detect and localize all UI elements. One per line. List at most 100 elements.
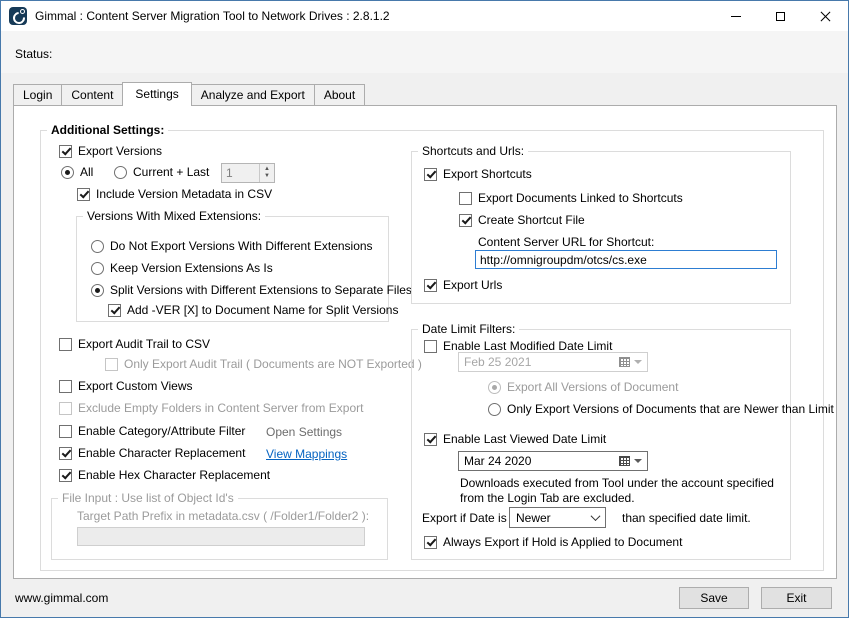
status-strip: Status: [1, 31, 848, 73]
checkbox-icon [424, 433, 437, 446]
gimmal-logo-icon [9, 7, 27, 25]
checkbox-icon [59, 469, 72, 482]
radio-icon [488, 381, 501, 394]
checkbox-icon [59, 338, 72, 351]
export-docs-linked-checkbox[interactable]: Export Documents Linked to Shortcuts [459, 191, 683, 205]
stepper-value: 1 [222, 164, 259, 182]
export-custom-views-checkbox[interactable]: Export Custom Views [59, 379, 193, 393]
tab-settings[interactable]: Settings [122, 82, 191, 106]
downloads-note-line1: Downloads executed from Tool under the a… [460, 476, 774, 490]
exclude-empty-folders-checkbox: Exclude Empty Folders in Content Server … [59, 401, 363, 415]
last-viewed-date-picker[interactable]: Mar 24 2020 [458, 451, 648, 471]
export-audit-trail-checkbox[interactable]: Export Audit Trail to CSV [59, 337, 210, 351]
close-button[interactable] [803, 1, 848, 31]
window-title: Gimmal : Content Server Migration Tool t… [35, 9, 390, 23]
checkbox-icon [59, 380, 72, 393]
radio-icon [488, 403, 501, 416]
chevron-down-icon [591, 511, 601, 521]
cs-url-input[interactable] [475, 250, 777, 269]
export-docs-linked-label: Export Documents Linked to Shortcuts [478, 191, 683, 205]
open-settings-label: Open Settings [266, 425, 342, 439]
file-input-group-label: File Input : Use list of Object Id's [58, 491, 238, 505]
last-modified-date-picker: Feb 25 2021 [458, 352, 648, 372]
target-path-input [77, 527, 365, 546]
always-export-hold-label: Always Export if Hold is Applied to Docu… [443, 535, 682, 549]
checkbox-icon [59, 145, 72, 158]
additional-settings-group-label: Additional Settings: [47, 123, 168, 137]
export-audit-trail-label: Export Audit Trail to CSV [78, 337, 210, 351]
date-limit-group-label: Date Limit Filters: [418, 322, 519, 336]
minimize-button[interactable] [713, 1, 758, 31]
include-version-metadata-label: Include Version Metadata in CSV [96, 187, 272, 201]
all-radio[interactable]: All [61, 165, 93, 179]
stepper-down-icon: ▼ [264, 173, 270, 180]
view-mappings-link[interactable]: View Mappings [266, 447, 347, 461]
radio-icon [61, 166, 74, 179]
only-export-audit-trail-checkbox: Only Export Audit Trail ( Documents are … [105, 357, 422, 371]
last-viewed-date-value: Mar 24 2020 [464, 454, 615, 468]
calendar-icon [619, 456, 630, 466]
export-urls-checkbox[interactable]: Export Urls [424, 278, 502, 292]
checkbox-icon [59, 402, 72, 415]
keep-version-extensions-radio[interactable]: Keep Version Extensions As Is [91, 261, 273, 275]
export-versions-checkbox[interactable]: Export Versions [59, 144, 162, 158]
create-shortcut-file-checkbox[interactable]: Create Shortcut File [459, 213, 585, 227]
tab-analyze-and-export[interactable]: Analyze and Export [191, 84, 315, 105]
export-custom-views-label: Export Custom Views [78, 379, 193, 393]
add-ver-checkbox[interactable]: Add -VER [X] to Document Name for Split … [108, 303, 398, 317]
export-if-date-select[interactable]: Newer [509, 507, 606, 528]
exit-button[interactable]: Exit [761, 587, 832, 609]
export-urls-label: Export Urls [443, 278, 502, 292]
status-label: Status: [15, 47, 52, 61]
shortcuts-group-label: Shortcuts and Urls: [418, 144, 528, 158]
file-input-group: File Input : Use list of Object Id's Tar… [51, 498, 388, 560]
stepper-buttons: ▲ ▼ [259, 164, 274, 182]
radio-icon [91, 240, 104, 253]
enable-category-filter-checkbox[interactable]: Enable Category/Attribute Filter [59, 424, 245, 438]
stepper-up-icon: ▲ [264, 166, 270, 173]
cs-url-label: Content Server URL for Shortcut: [478, 235, 654, 249]
maximize-button[interactable] [758, 1, 803, 31]
radio-icon [114, 166, 127, 179]
checkbox-icon [459, 214, 472, 227]
enable-character-replacement-checkbox[interactable]: Enable Character Replacement [59, 446, 245, 460]
tab-content[interactable]: Content [61, 84, 123, 105]
checkbox-icon [59, 425, 72, 438]
current-plus-last-radio[interactable]: Current + Last [114, 165, 209, 179]
only-newer-versions-radio[interactable]: Only Export Versions of Documents that a… [488, 402, 834, 416]
export-if-date-label: Export if Date is [422, 511, 507, 525]
settings-tab-page: Additional Settings: Export Versions All… [13, 105, 837, 579]
close-icon [820, 11, 831, 22]
checkbox-icon [108, 304, 121, 317]
radio-icon [91, 284, 104, 297]
tab-login[interactable]: Login [13, 84, 62, 105]
export-if-date-value: Newer [516, 511, 592, 525]
enable-last-viewed-label: Enable Last Viewed Date Limit [443, 432, 606, 446]
enable-last-modified-checkbox[interactable]: Enable Last Modified Date Limit [424, 339, 612, 353]
include-version-metadata-checkbox[interactable]: Include Version Metadata in CSV [77, 187, 272, 201]
enable-hex-replacement-checkbox[interactable]: Enable Hex Character Replacement [59, 468, 270, 482]
chevron-down-icon [634, 360, 642, 364]
mixed-extensions-group-label: Versions With Mixed Extensions: [83, 209, 265, 223]
additional-settings-group: Additional Settings: Export Versions All… [40, 130, 824, 571]
export-all-versions-label: Export All Versions of Document [507, 380, 678, 394]
chevron-down-icon [634, 459, 642, 463]
mixed-extensions-group: Versions With Mixed Extensions: Do Not E… [76, 216, 389, 322]
enable-last-viewed-checkbox[interactable]: Enable Last Viewed Date Limit [424, 432, 606, 446]
checkbox-icon [424, 279, 437, 292]
export-shortcuts-checkbox[interactable]: Export Shortcuts [424, 167, 532, 181]
split-versions-radio[interactable]: Split Versions with Different Extensions… [91, 283, 412, 297]
save-button[interactable]: Save [679, 587, 749, 609]
tab-strip: Login Content Settings Analyze and Expor… [13, 82, 364, 105]
shortcuts-and-urls-group: Shortcuts and Urls: Export Shortcuts Exp… [411, 151, 791, 304]
always-export-hold-checkbox[interactable]: Always Export if Hold is Applied to Docu… [424, 535, 682, 549]
split-versions-label: Split Versions with Different Extensions… [110, 283, 412, 297]
tab-about[interactable]: About [314, 84, 365, 105]
keep-version-extensions-label: Keep Version Extensions As Is [110, 261, 273, 275]
checkbox-icon [459, 192, 472, 205]
enable-last-modified-label: Enable Last Modified Date Limit [443, 339, 612, 353]
downloads-note-line2: from the Login Tab are excluded. [460, 491, 635, 505]
do-not-export-versions-radio[interactable]: Do Not Export Versions With Different Ex… [91, 239, 373, 253]
add-ver-label: Add -VER [X] to Document Name for Split … [127, 303, 398, 317]
checkbox-icon [424, 536, 437, 549]
